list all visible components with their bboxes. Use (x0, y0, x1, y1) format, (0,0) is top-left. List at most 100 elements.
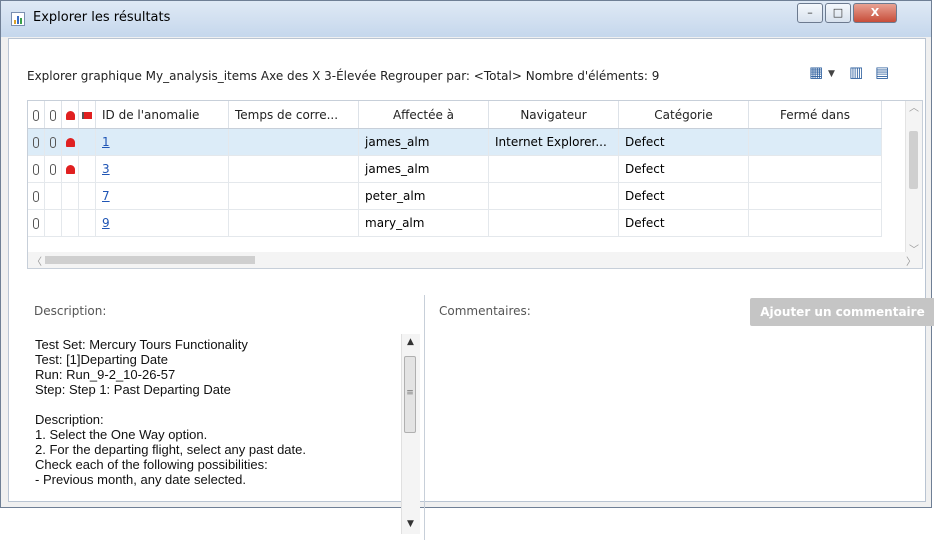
col-fix-time[interactable]: Temps de corre... (228, 101, 359, 129)
linked-attachment-column-header[interactable] (44, 101, 62, 129)
col-closed-in[interactable]: Fermé dans (748, 101, 882, 129)
export-to-excel-icon[interactable]: ▦ (809, 63, 823, 81)
attachment-icon (50, 137, 56, 148)
bell-icon (65, 138, 75, 147)
table-row[interactable]: 7 peter_alm Defect (28, 182, 882, 210)
description-line: - Previous month, any date selected. (35, 472, 247, 487)
attachment-cell (44, 128, 62, 156)
maximize-button[interactable]: □ (825, 3, 851, 23)
attachment-cell (28, 209, 45, 237)
flag-icon (82, 111, 92, 119)
scroll-up-icon[interactable]: ︿ (909, 101, 919, 114)
bell-cell (61, 155, 79, 183)
comments-label: Commentaires: (439, 304, 531, 318)
description-line: Test Set: Mercury Tours Functionality (35, 337, 248, 352)
attachment-icon (33, 191, 39, 202)
col-defect-id[interactable]: ID de l'anomalie (95, 101, 229, 129)
select-columns-icon[interactable]: ▥ (849, 63, 863, 81)
defect-id-cell: 1 (95, 128, 229, 156)
description-scroll-thumb[interactable]: ≡ (404, 356, 416, 433)
description-text: Test Set: Mercury Tours Functionality Tes… (35, 337, 391, 487)
attachment-cell (28, 182, 45, 210)
fix-time-cell (228, 209, 359, 237)
col-browser[interactable]: Navigateur (488, 101, 619, 129)
browser-cell: Internet Explorer... (488, 128, 619, 156)
attachment-cell (28, 155, 45, 183)
closed-in-cell (748, 209, 882, 237)
attachment-column-header[interactable] (28, 101, 45, 129)
assigned-to-cell: james_alm (358, 128, 489, 156)
browser-cell (488, 182, 619, 210)
description-line: Step: Step 1: Past Departing Date (35, 382, 231, 397)
scroll-left-icon[interactable]: 〈 (32, 253, 42, 268)
closed-in-cell (748, 128, 882, 156)
table-row[interactable]: 1 james_alm Internet Explorer... Defect (28, 128, 882, 156)
grid-horizontal-scroll-thumb[interactable] (45, 256, 255, 264)
scroll-up-icon[interactable]: ▲ (407, 337, 414, 347)
col-category[interactable]: Catégorie (618, 101, 749, 129)
table-row[interactable]: 9 mary_alm Defect (28, 209, 882, 237)
details-icon[interactable]: ▤ (875, 63, 889, 81)
description-line: Run: Run_9-2_10-26-57 (35, 367, 176, 382)
close-button[interactable]: X (853, 3, 897, 23)
flag-column-header[interactable] (78, 101, 96, 129)
assigned-to-cell: peter_alm (358, 182, 489, 210)
closed-in-cell (748, 182, 882, 210)
category-cell: Defect (618, 182, 749, 210)
description-label: Description: (34, 304, 107, 318)
bell-icon (65, 165, 75, 174)
title-bar: Explorer les résultats – □ X (1, 1, 931, 37)
grid-horizontal-scrollbar[interactable]: 〈 〉 (28, 252, 922, 268)
defect-id-link[interactable]: 3 (102, 162, 110, 176)
grid-vertical-scrollbar[interactable]: ︿ ﹀ (905, 101, 922, 256)
defect-id-link[interactable]: 1 (102, 135, 110, 149)
closed-in-cell (748, 155, 882, 183)
description-line: Description: (35, 412, 104, 427)
panel-splitter[interactable] (424, 295, 425, 540)
attachment-cell (44, 155, 62, 183)
dropdown-arrow-icon[interactable]: ▼ (828, 69, 835, 79)
content-area: Explorer graphique My_analysis_items Axe… (8, 38, 934, 540)
attachment-icon (50, 164, 56, 175)
description-line: 2. For the departing flight, select any … (35, 442, 306, 457)
flag-cell (78, 155, 96, 183)
description-scrollbar[interactable]: ▲ ≡ ▼ (401, 334, 420, 534)
attachment-cell (28, 128, 45, 156)
table-row[interactable]: 3 james_alm Defect (28, 155, 882, 183)
explore-results-window: Explorer les résultats – □ X Explorer gr… (0, 0, 934, 540)
bell-cell (61, 128, 79, 156)
attachment-icon (33, 164, 39, 175)
minimize-button[interactable]: – (797, 3, 823, 23)
scroll-right-icon[interactable]: 〉 (906, 253, 916, 268)
attachment-cell (44, 182, 62, 210)
scroll-down-icon[interactable]: ▼ (407, 519, 414, 529)
fix-time-cell (228, 182, 359, 210)
attachment-icon (50, 109, 56, 121)
attachment-cell (44, 209, 62, 237)
assigned-to-cell: james_alm (358, 155, 489, 183)
col-assigned-to[interactable]: Affectée à (358, 101, 489, 129)
category-cell: Defect (618, 155, 749, 183)
attachment-icon (33, 109, 39, 121)
defect-id-link[interactable]: 9 (102, 216, 110, 230)
chart-icon (11, 12, 25, 26)
assigned-to-cell: mary_alm (358, 209, 489, 237)
window-title: Explorer les résultats (33, 10, 171, 25)
defect-id-cell: 3 (95, 155, 229, 183)
table-header-row: ID de l'anomalie Temps de corre... Affec… (28, 101, 882, 129)
category-cell: Defect (618, 209, 749, 237)
grid-vertical-scroll-thumb[interactable] (909, 131, 918, 189)
bell-cell (61, 182, 79, 210)
description-line: 1. Select the One Way option. (35, 427, 208, 442)
results-grid: ID de l'anomalie Temps de corre... Affec… (27, 100, 923, 269)
alert-column-header[interactable] (61, 101, 79, 129)
flag-cell (78, 182, 96, 210)
description-line: Check each of the following possibilitie… (35, 457, 268, 472)
defect-id-cell: 9 (95, 209, 229, 237)
fix-time-cell (228, 128, 359, 156)
results-table: ID de l'anomalie Temps de corre... Affec… (28, 101, 882, 237)
add-comment-button[interactable]: Ajouter un commentaire (750, 298, 934, 326)
fix-time-cell (228, 155, 359, 183)
defect-id-link[interactable]: 7 (102, 189, 110, 203)
description-line (35, 397, 391, 412)
